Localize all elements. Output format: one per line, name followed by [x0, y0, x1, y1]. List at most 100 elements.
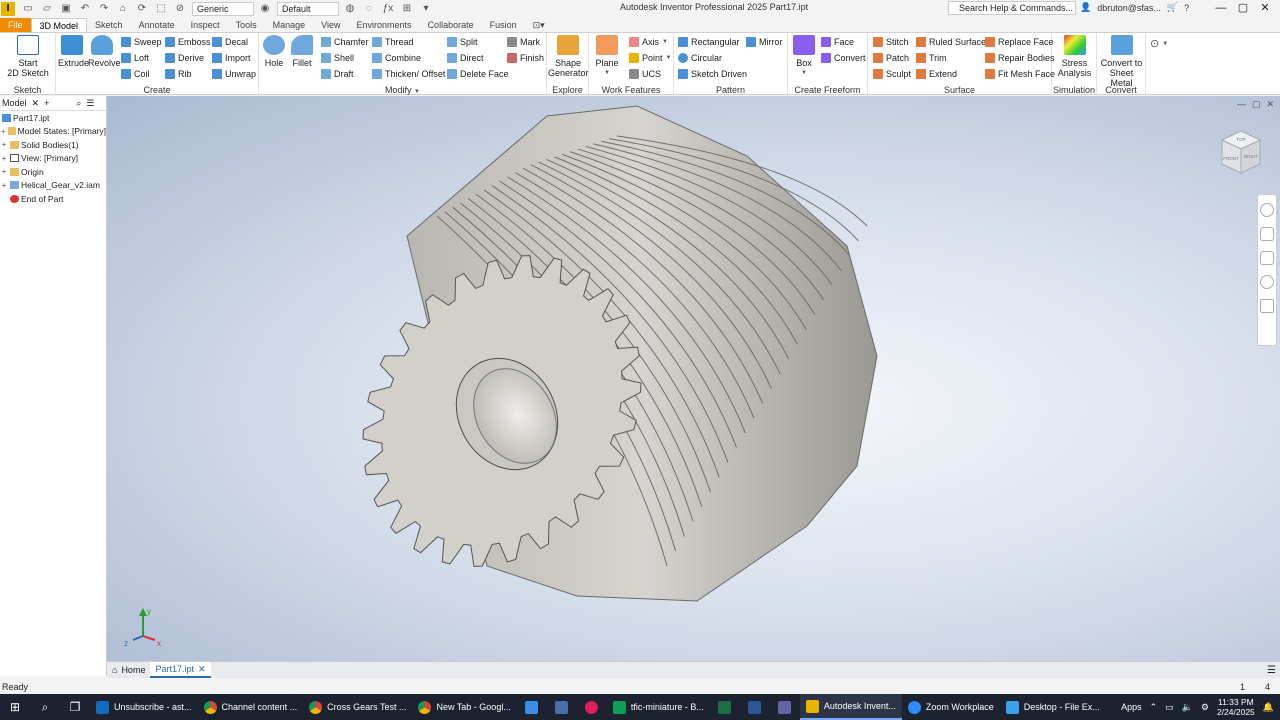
ribbon-options-icon[interactable]: ⊡▾	[525, 18, 553, 32]
user-name[interactable]: dbruton@sfas...	[1097, 3, 1161, 13]
tab-file[interactable]: File	[0, 18, 31, 32]
box-button[interactable]: Box ▼	[792, 35, 816, 78]
shape-generator-button[interactable]: Shape Generator	[548, 35, 589, 78]
face-button[interactable]: Face	[821, 37, 854, 47]
clear-appearance-icon[interactable]: ◌	[362, 3, 376, 15]
ruled-surface-button[interactable]: Ruled Surface	[916, 37, 986, 47]
zoom-icon[interactable]	[1260, 251, 1274, 265]
calculator-icon[interactable]	[547, 694, 577, 720]
browser-tab-model[interactable]: Model	[2, 98, 27, 108]
chevron-up-icon[interactable]: ⌃	[1150, 702, 1158, 713]
rib-button[interactable]: Rib	[165, 69, 192, 79]
loft-button[interactable]: Loft	[121, 53, 149, 63]
direct-button[interactable]: Direct	[447, 53, 484, 63]
home-icon[interactable]: ⌂	[116, 3, 130, 15]
mirror-button[interactable]: Mirror	[746, 37, 783, 47]
taskbar-app-sheets[interactable]: tfic-miniature - B...	[607, 694, 710, 720]
tree-item-view[interactable]: + View: [Primary]	[0, 152, 106, 166]
graphics-viewport[interactable]: — ▢ ✕ x z y TOP FRONT RIGHT	[107, 96, 1280, 661]
open-file-icon[interactable]: ▱	[40, 3, 54, 15]
excel-icon[interactable]	[710, 694, 740, 720]
view-cube[interactable]: TOP FRONT RIGHT	[1218, 128, 1264, 176]
circular-pattern-button[interactable]: Circular	[678, 53, 722, 63]
chamfer-button[interactable]: Chamfer	[321, 37, 369, 47]
expand-icon[interactable]: +	[0, 154, 8, 163]
revolve-button[interactable]: Revolve	[88, 35, 121, 68]
convert-to-sheet-metal-button[interactable]: Convert to Sheet Metal	[1098, 35, 1145, 88]
steering-wheel-icon[interactable]	[1260, 203, 1274, 217]
clock[interactable]: 11:33 PM 2/24/2025	[1217, 697, 1255, 717]
pan-icon[interactable]	[1260, 227, 1274, 241]
ribbon-extra-dropdown[interactable]: ⊙ ▼	[1150, 37, 1168, 50]
orbit-icon[interactable]	[1260, 275, 1274, 289]
sweep-button[interactable]: Sweep	[121, 37, 162, 47]
tab-collaborate[interactable]: Collaborate	[420, 18, 482, 32]
sketch-driven-pattern-button[interactable]: Sketch Driven	[678, 69, 747, 79]
start-menu-icon[interactable]: ⊞	[0, 694, 30, 720]
appearance-select[interactable]: Default	[277, 1, 339, 16]
volume-icon[interactable]: 🔈	[1182, 702, 1193, 713]
emboss-button[interactable]: Emboss	[165, 37, 211, 47]
task-view-icon[interactable]: ❐	[60, 694, 90, 720]
stitch-button[interactable]: Stitch	[873, 37, 909, 47]
repair-bodies-button[interactable]: Repair Bodies	[985, 53, 1055, 63]
home-tab[interactable]: ⌂ Home	[107, 662, 150, 678]
shell-button[interactable]: Shell	[321, 53, 354, 63]
extend-button[interactable]: Extend	[916, 69, 957, 79]
new-file-icon[interactable]: ▭	[21, 3, 35, 15]
close-icon[interactable]: ✕	[198, 661, 206, 677]
tree-item-origin[interactable]: + Origin	[0, 165, 106, 179]
draft-button[interactable]: Draft	[321, 69, 354, 79]
tree-item-model-states[interactable]: + Model States: [Primary]	[0, 125, 106, 139]
slack-icon[interactable]	[577, 694, 607, 720]
tab-fusion[interactable]: Fusion	[482, 18, 525, 32]
tab-sketch[interactable]: Sketch	[87, 18, 131, 32]
start-2d-sketch-button[interactable]: Start 2D Sketch	[6, 35, 50, 78]
delete-face-button[interactable]: Delete Face	[447, 69, 509, 79]
word-icon[interactable]	[740, 694, 770, 720]
select-icon[interactable]: ⬚	[154, 3, 168, 15]
combine-button[interactable]: Combine	[372, 53, 421, 63]
material-select[interactable]: Generic	[192, 1, 254, 16]
tree-item-end-of-part[interactable]: End of Part	[0, 192, 106, 206]
split-button[interactable]: Split	[447, 37, 478, 47]
tray-apps[interactable]: Apps	[1121, 702, 1142, 712]
expand-icon[interactable]: +	[0, 140, 8, 149]
finish-button[interactable]: Finish	[507, 53, 544, 63]
axis-button[interactable]: Axis ▼	[629, 37, 668, 47]
stress-analysis-button[interactable]: Stress Analysis	[1053, 35, 1096, 78]
app-logo[interactable]: I	[1, 1, 15, 16]
teams-icon[interactable]	[770, 694, 800, 720]
taskbar-app-chrome-3[interactable]: New Tab - Googl...	[412, 694, 516, 720]
fillet-button[interactable]: Fillet	[289, 35, 315, 68]
taskbar-app-chrome-2[interactable]: Cross Gears Test ...	[303, 694, 412, 720]
notification-icon[interactable]: 🔔	[1263, 702, 1274, 713]
redo-icon[interactable]: ↷	[97, 3, 111, 15]
menu-icon[interactable]: ☰	[86, 98, 94, 109]
adjust-icon[interactable]: ◍	[343, 3, 357, 15]
derive-button[interactable]: Derive	[165, 53, 204, 63]
fx-icon[interactable]: ƒx	[381, 3, 395, 15]
patch-button[interactable]: Patch	[873, 53, 909, 63]
help-search-input[interactable]: Search Help & Commands...	[948, 1, 1076, 15]
extrude-button[interactable]: Extrude	[58, 35, 89, 68]
add-icon[interactable]: +	[44, 98, 49, 108]
expand-icon[interactable]: +	[0, 181, 8, 190]
convert-button[interactable]: Convert	[821, 53, 866, 63]
tab-inspect[interactable]: Inspect	[183, 18, 228, 32]
import-button[interactable]: Import	[212, 53, 251, 63]
fit-mesh-face-button[interactable]: Fit Mesh Face	[985, 69, 1055, 79]
document-tab-active[interactable]: Part17.ipt ✕	[150, 661, 211, 678]
minimize-button[interactable]: —	[1210, 0, 1232, 16]
undo-icon[interactable]: ↶	[78, 3, 92, 15]
customize-icon[interactable]: ▾	[419, 3, 433, 15]
measure-icon[interactable]: ⊞	[400, 3, 414, 15]
help-icon[interactable]: ?	[1184, 3, 1189, 13]
tree-item-solid-bodies[interactable]: + Solid Bodies(1)	[0, 138, 106, 152]
plane-button[interactable]: Plane ▼	[593, 35, 621, 78]
trim-button[interactable]: Trim	[916, 53, 947, 63]
coil-button[interactable]: Coil	[121, 69, 150, 79]
cart-icon[interactable]: 🛒	[1167, 2, 1178, 13]
taskbar-app-zoom[interactable]: Zoom Workplace	[902, 694, 1000, 720]
search-icon[interactable]: ⌕	[30, 694, 60, 720]
